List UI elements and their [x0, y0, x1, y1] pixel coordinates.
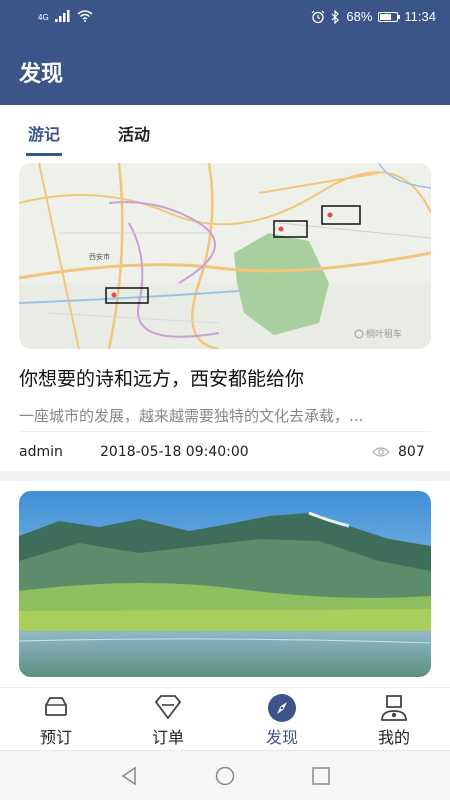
article-excerpt: 一座城市的发展，越来越需要独特的文化去承载，... — [19, 407, 364, 425]
article-card[interactable] — [0, 481, 450, 687]
bottom-nav: 预订 订单 发现 我的 — [0, 687, 450, 750]
nav-label-orders: 订单 — [151, 728, 184, 747]
status-right: 68% 11:34 — [311, 9, 436, 24]
car-icon — [45, 697, 67, 716]
tab-bar: 游记 活动 — [0, 105, 450, 157]
article-cover-landscape[interactable] — [19, 491, 431, 677]
card-divider — [19, 431, 431, 432]
recents-icon[interactable] — [311, 766, 331, 786]
page-title: 发现 — [19, 62, 64, 87]
article-author: admin — [19, 444, 63, 460]
status-bar: 4G 68% 11:34 — [0, 0, 450, 36]
landscape-image — [19, 491, 431, 677]
article-feed[interactable]: 西安市 桐叶租车 你想要的诗和远方，西安都能给你 一座城市的发展，越来越需要独特… — [0, 157, 450, 687]
map-watermark: 桐叶租车 — [366, 328, 402, 340]
card-separator — [0, 471, 450, 481]
article-cover-map[interactable]: 西安市 桐叶租车 — [19, 163, 431, 349]
status-time: 11:34 — [404, 9, 436, 24]
eye-icon — [372, 447, 390, 457]
tab-travel-notes[interactable]: 游记 — [28, 121, 60, 145]
battery-percent: 68% — [346, 9, 373, 24]
battery-icon — [378, 11, 401, 22]
active-tab-indicator — [26, 153, 62, 156]
status-left: 4G — [38, 10, 93, 22]
nav-item-profile[interactable]: 我的 — [338, 688, 450, 751]
signal-icon — [54, 10, 70, 22]
wifi-icon — [77, 10, 93, 22]
nav-item-booking[interactable]: 预订 — [0, 688, 112, 751]
alarm-icon — [311, 10, 325, 23]
article-view-count: 807 — [398, 444, 425, 460]
article-card[interactable]: 西安市 桐叶租车 你想要的诗和远方，西安都能给你 一座城市的发展，越来越需要独特… — [0, 157, 450, 471]
nav-item-orders[interactable]: 订单 — [112, 688, 224, 751]
nav-label-discover: 发现 — [265, 728, 298, 747]
compass-icon — [268, 694, 296, 722]
home-icon[interactable] — [215, 766, 235, 786]
battery-fill — [380, 13, 392, 20]
nav-label-booking: 预订 — [39, 728, 72, 747]
network-label: 4G — [38, 13, 49, 22]
system-nav-bar — [0, 750, 450, 800]
back-icon[interactable] — [119, 766, 139, 786]
user-icon — [381, 695, 407, 721]
article-date: 2018-05-18 09:40:00 — [100, 444, 249, 460]
map-image: 西安市 桐叶租车 — [19, 163, 431, 349]
map-city-label: 西安市 — [89, 252, 110, 261]
nav-item-discover[interactable]: 发现 — [226, 688, 338, 751]
app-header: 发现 — [0, 36, 450, 105]
article-title[interactable]: 你想要的诗和远方，西安都能给你 — [19, 364, 304, 391]
tab-activities[interactable]: 活动 — [118, 121, 150, 145]
nav-label-profile: 我的 — [377, 728, 410, 747]
bluetooth-icon — [331, 9, 340, 24]
diamond-icon — [154, 695, 182, 720]
